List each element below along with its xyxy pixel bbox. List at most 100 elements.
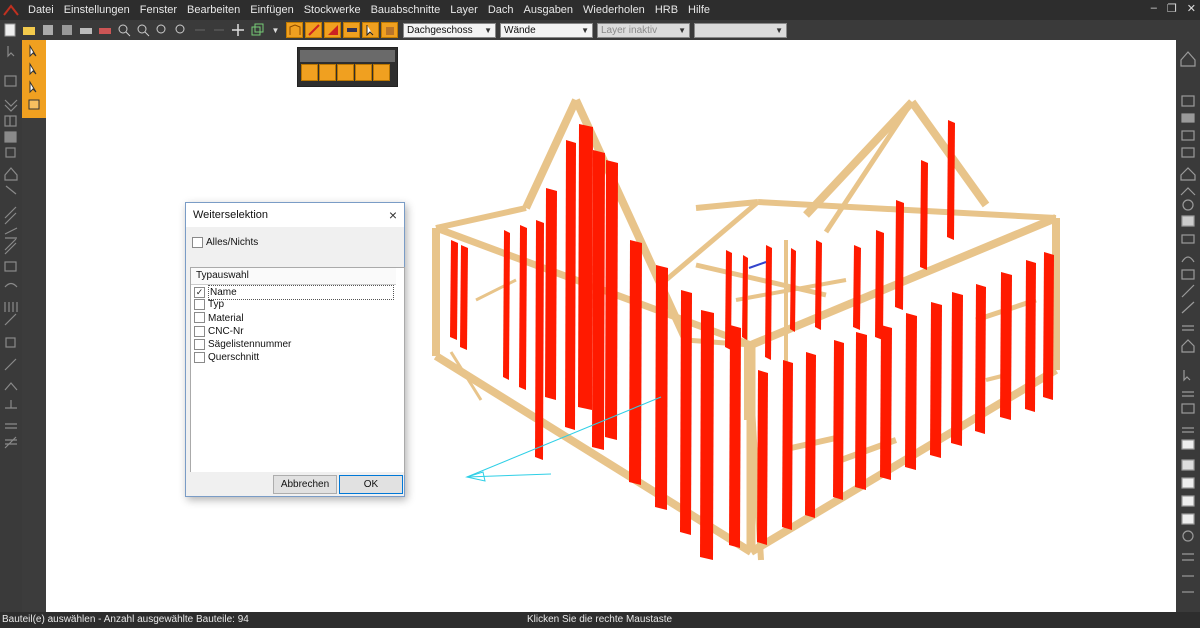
zoom-window-icon[interactable] <box>153 22 170 38</box>
zoom-all-icon[interactable] <box>172 22 189 38</box>
selected-stud <box>700 310 714 560</box>
timber-beam <box>803 99 915 218</box>
close-icon[interactable]: ✕ <box>1187 2 1196 15</box>
timber-beam <box>475 278 517 302</box>
menu-bearbeiten[interactable]: Bearbeiten <box>182 0 245 20</box>
right-toolbar <box>1176 40 1200 612</box>
close-icon[interactable]: × <box>389 207 397 223</box>
element-type-select[interactable]: Wände ▼ <box>500 22 593 38</box>
left-tool-icons[interactable] <box>0 40 22 460</box>
status-left-text: Bauteil(e) auswählen - Anzahl ausgewählt… <box>2 614 249 625</box>
selected-stud <box>655 265 668 510</box>
selected-stud <box>853 245 861 330</box>
zoom-in-icon[interactable] <box>115 22 132 38</box>
selected-stud <box>535 220 544 460</box>
select-arrow-icon[interactable] <box>301 64 318 81</box>
timber-beam <box>449 351 483 401</box>
selected-stud <box>1000 272 1012 420</box>
list-item-querschnitt[interactable]: Querschnitt <box>191 351 404 364</box>
selected-stud <box>975 284 986 434</box>
list-item-cnc-nr[interactable]: CNC-Nr <box>191 325 404 338</box>
cancel-button[interactable]: Abbrechen <box>273 475 337 494</box>
empty-select: ▼ <box>694 22 787 38</box>
menu-datei[interactable]: Datei <box>23 0 59 20</box>
list-item-name[interactable]: ✓ Name <box>191 285 404 300</box>
wall-frame-icon[interactable] <box>286 22 303 38</box>
checkbox-saegelistennummer[interactable] <box>194 339 205 351</box>
timber-beam <box>435 205 527 231</box>
save-icon[interactable] <box>39 22 56 38</box>
checkbox-material[interactable] <box>194 312 205 324</box>
ok-button[interactable]: OK <box>339 475 403 494</box>
view-dropdown-icon[interactable]: ▼ <box>267 22 284 38</box>
open-folder-icon[interactable] <box>20 22 37 38</box>
selected-stud <box>895 200 904 310</box>
new-file-icon[interactable] <box>1 22 18 38</box>
selected-stud <box>450 240 458 340</box>
selected-stud <box>629 240 642 485</box>
checkbox-name[interactable]: ✓ <box>194 286 205 298</box>
color-tool-icon[interactable] <box>355 64 372 81</box>
dialog-title: Weiterselektion <box>193 209 268 221</box>
roof-tool-icon[interactable] <box>324 22 341 38</box>
view-3d-icon[interactable] <box>248 22 265 38</box>
menu-dach[interactable]: Dach <box>483 0 519 20</box>
floor-select[interactable]: Dachgeschoss ▼ <box>403 22 496 38</box>
restore-icon[interactable]: ❐ <box>1167 2 1177 15</box>
checkbox-typ[interactable] <box>194 299 205 311</box>
pan-icon[interactable] <box>229 22 246 38</box>
cursor-select-icon[interactable] <box>362 22 379 38</box>
menu-bauabschnitte[interactable]: Bauabschnitte <box>366 0 446 20</box>
timber-beam <box>695 262 827 298</box>
package-icon[interactable] <box>381 22 398 38</box>
menu-ausgaben[interactable]: Ausgaben <box>519 0 579 20</box>
save-as-icon[interactable] <box>58 22 75 38</box>
list-header: Typauswahl <box>191 268 396 285</box>
dialog-body: Alles/Nichts Typauswahl ✓ Name Typ Materi… <box>186 227 405 475</box>
selected-stud <box>729 325 741 548</box>
selected-stud <box>790 248 796 332</box>
redo-icon <box>210 22 227 38</box>
checkbox-querschnitt[interactable] <box>194 352 205 364</box>
hatch-tool-icon[interactable] <box>373 64 390 81</box>
selected-stud <box>855 332 867 490</box>
floating-toolbar-titlebar[interactable] <box>300 50 395 62</box>
type-selection-list[interactable]: Typauswahl ✓ Name Typ Material CNC-Nr Säg… <box>190 267 405 475</box>
menu-stockwerke[interactable]: Stockwerke <box>299 0 366 20</box>
selected-stud <box>605 160 618 440</box>
status-hint-text: Klicken Sie die rechte Maustaste <box>527 614 673 625</box>
minimize-icon[interactable]: – <box>1151 2 1157 15</box>
menu-layer[interactable]: Layer <box>445 0 483 20</box>
studs-icon[interactable] <box>319 64 336 81</box>
menu-hrb[interactable]: HRB <box>650 0 683 20</box>
weiterselektion-dialog: Weiterselektion × Alles/Nichts Typauswah… <box>185 202 405 497</box>
beam-tool-icon[interactable] <box>305 22 322 38</box>
print-preview-icon[interactable] <box>96 22 113 38</box>
menu-hilfe[interactable]: Hilfe <box>683 0 715 20</box>
menu-wiederholen[interactable]: Wiederholen <box>578 0 650 20</box>
list-item-saegelistennummer[interactable]: Sägelistennummer <box>191 338 404 351</box>
selected-stud <box>920 160 928 270</box>
zoom-out-icon[interactable] <box>134 22 151 38</box>
chevron-down-icon: ▼ <box>581 25 589 35</box>
right-tool-icons[interactable] <box>1176 40 1200 612</box>
select-tool-icons[interactable] <box>22 40 46 118</box>
studs-hatched-icon[interactable] <box>337 64 354 81</box>
section-tool-icon[interactable] <box>343 22 360 38</box>
all-none-checkbox-row[interactable]: Alles/Nichts <box>192 237 258 248</box>
select-flyout-toolbar <box>22 40 46 118</box>
menu-einstellungen[interactable]: Einstellungen <box>59 0 135 20</box>
chevron-down-icon: ▼ <box>775 25 783 35</box>
list-item-material[interactable]: Material <box>191 312 404 325</box>
selected-stud <box>1043 252 1054 400</box>
print-icon[interactable] <box>77 22 94 38</box>
selected-stud <box>880 325 892 480</box>
checkbox-cnc-nr[interactable] <box>194 325 205 337</box>
all-none-checkbox[interactable] <box>192 237 203 248</box>
menu-einfuegen[interactable]: Einfügen <box>245 0 298 20</box>
list-item-typ[interactable]: Typ <box>191 298 404 311</box>
selected-stud <box>905 313 917 470</box>
menu-fenster[interactable]: Fenster <box>135 0 182 20</box>
selected-stud <box>460 245 468 350</box>
selected-stud <box>782 360 793 530</box>
